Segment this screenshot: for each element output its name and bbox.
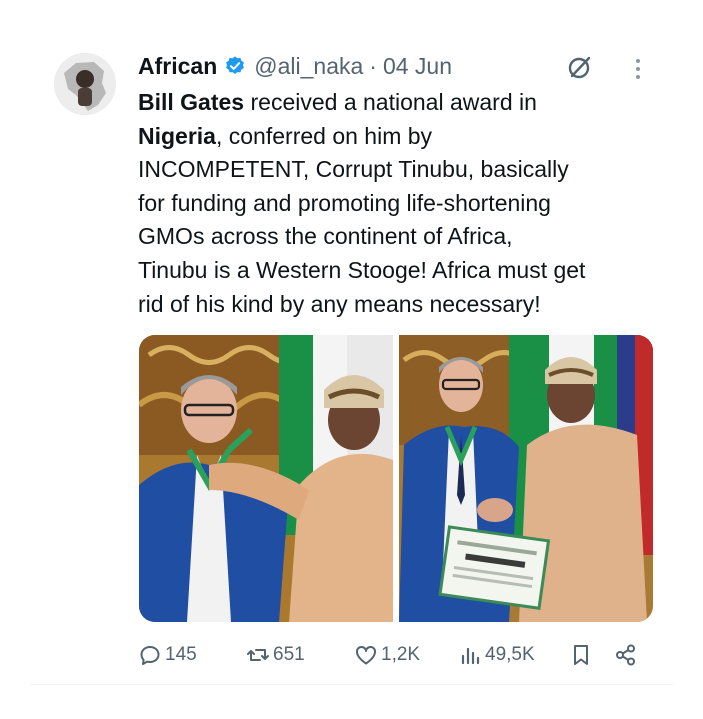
author-name[interactable]: African (138, 53, 217, 80)
share-button[interactable] (614, 640, 638, 670)
like-button[interactable]: 1,2K (354, 640, 420, 670)
reply-button[interactable]: 145 (138, 640, 197, 670)
tweet-header: African @ali_naka · 04 Jun (138, 50, 452, 82)
tweet-text: Bill Gates received a national award in … (138, 86, 668, 321)
views-icon (458, 643, 482, 667)
bookmark-icon (569, 643, 593, 667)
reply-icon (138, 643, 162, 667)
tweet-text-line: for funding and promoting life-shortenin… (138, 189, 551, 216)
tweet-text-line: INCOMPETENT, Corrupt Tinubu, basically (138, 156, 569, 183)
retweet-icon (246, 643, 270, 667)
like-count: 1,2K (381, 644, 421, 665)
views-count: 49,5K (485, 644, 535, 665)
tweet-media (139, 335, 653, 622)
author-handle[interactable]: @ali_naka (254, 53, 363, 80)
photo-medal-ceremony[interactable] (139, 335, 393, 622)
mention-bill-gates: Bill Gates (138, 89, 245, 115)
bookmark-button[interactable] (569, 640, 593, 670)
mention-nigeria: Nigeria (138, 122, 216, 149)
grok-icon[interactable] (565, 52, 595, 82)
photo-handshake-certificate[interactable] (399, 335, 653, 622)
divider (30, 684, 673, 685)
retweet-button[interactable]: 651 (246, 640, 305, 670)
reply-count: 145 (165, 644, 197, 665)
tweet[interactable]: African @ali_naka · 04 Jun Bill Gates re… (0, 0, 703, 719)
tweet-text-line: Nigeria, conferred on him by (138, 122, 433, 149)
tweet-text-line: rid of his kind by any means necessary! (138, 290, 541, 317)
verified-badge-icon (224, 55, 246, 77)
tweet-text-line: Bill Gates received a national award in (138, 89, 537, 115)
share-icon (614, 643, 638, 667)
views-button[interactable]: 49,5K (458, 640, 535, 670)
avatar-image (54, 53, 116, 115)
tweet-text-line: Tinubu is a Western Stooge! Africa must … (138, 256, 586, 283)
tweet-actions: 145 651 1,2K 49,5K (138, 640, 643, 670)
more-vertical-icon[interactable] (627, 56, 649, 82)
separator-dot: · (369, 52, 377, 79)
tweet-date[interactable]: 04 Jun (383, 53, 452, 80)
heart-icon (354, 643, 378, 667)
retweet-count: 651 (273, 644, 305, 665)
tweet-text-line: GMOs across the continent of Africa, (138, 223, 513, 250)
avatar[interactable] (54, 53, 116, 115)
